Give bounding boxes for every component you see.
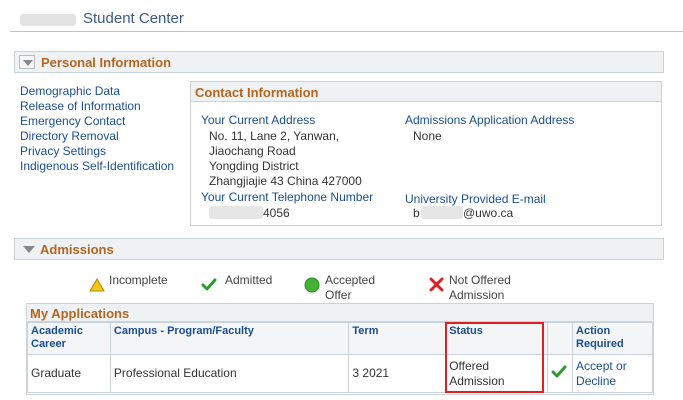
telephone-link[interactable]: Your Current Telephone Number: [201, 190, 373, 204]
column-academic-career: Academic Career: [27, 322, 111, 355]
legend-text: Not Offered: [449, 273, 511, 287]
link-indigenous-self-identification[interactable]: Indigenous Self-Identification: [20, 159, 174, 174]
address-line: No. 11, Lane 2, Yanwan,: [209, 129, 340, 143]
collapse-triangle-icon[interactable]: [23, 246, 35, 253]
page-title: Student Center: [83, 10, 184, 27]
link-release-of-information[interactable]: Release of Information: [20, 99, 174, 114]
contact-information-panel: Contact Information Your Current Address…: [190, 81, 662, 226]
admissions-section-header[interactable]: Admissions: [14, 238, 664, 260]
column-action-required: Action Required: [572, 322, 653, 355]
address-line: Jiaochang Road: [209, 144, 296, 158]
link-demographic-data[interactable]: Demographic Data: [20, 84, 174, 99]
page-header: Student Center: [10, 4, 683, 32]
table-header-row: Academic Career Campus - Program/Faculty…: [27, 322, 653, 355]
admissions-address-value: None: [413, 129, 442, 143]
current-address-value: No. 11, Lane 2, Yanwan, Jiaochang Road Y…: [209, 129, 362, 189]
address-line: Zhangjiajie 43 China 427000: [209, 174, 362, 188]
cell-career: Graduate: [27, 354, 111, 393]
cell-status-icon: [547, 354, 574, 393]
redacted-name: [20, 14, 76, 26]
green-circle-icon: [304, 277, 320, 293]
legend-accepted-offer: Accepted Offer: [325, 273, 375, 303]
warning-triangle-icon: [89, 278, 105, 292]
contact-information-title: Contact Information: [191, 82, 661, 102]
admissions-address-link[interactable]: Admissions Application Address: [405, 113, 574, 127]
cell-action: Accept or Decline: [572, 354, 653, 393]
legend-text: Admission: [449, 288, 505, 302]
accept-or-decline-link[interactable]: Accept or Decline: [576, 359, 627, 388]
current-address-link[interactable]: Your Current Address: [201, 113, 315, 127]
university-email-link[interactable]: University Provided E-mail: [405, 192, 546, 206]
admissions-title: Admissions: [40, 242, 114, 257]
telephone-value: 4056: [263, 206, 290, 220]
my-applications-panel: My Applications Academic Career Campus -…: [26, 303, 654, 395]
cell-term: 3 2021: [348, 354, 447, 393]
redacted-phone: [209, 206, 263, 219]
redacted-email: [421, 206, 463, 219]
check-icon: [201, 278, 217, 291]
column-status-icon: [547, 322, 574, 355]
email-suffix: @uwo.ca: [463, 206, 514, 220]
legend-text: Accepted: [325, 273, 376, 287]
column-term: Term: [348, 322, 447, 355]
personal-information-section-header[interactable]: Personal Information: [14, 51, 664, 73]
link-privacy-settings[interactable]: Privacy Settings: [20, 144, 174, 159]
link-directory-removal[interactable]: Directory Removal: [20, 129, 174, 144]
applications-table: Academic Career Campus - Program/Faculty…: [27, 322, 653, 393]
link-emergency-contact[interactable]: Emergency Contact: [20, 114, 174, 129]
personal-information-title: Personal Information: [41, 55, 172, 70]
address-line: Yongding District: [209, 159, 299, 173]
legend-text: Offer: [325, 288, 352, 302]
table-row: Graduate Professional Education 3 2021 O…: [27, 354, 653, 393]
collapse-toggle-icon[interactable]: [19, 55, 35, 69]
email-prefix: b: [413, 206, 420, 220]
check-icon: [551, 365, 567, 377]
column-program: Campus - Program/Faculty: [109, 322, 350, 355]
legend-incomplete: Incomplete: [109, 273, 168, 287]
legend-admitted: Admitted: [225, 273, 273, 287]
my-applications-title: My Applications: [27, 304, 653, 322]
cell-program: Professional Education: [109, 354, 350, 393]
red-x-icon: [429, 277, 444, 292]
status-highlight-box: [445, 322, 544, 393]
personal-links: Demographic Data Release of Information …: [20, 84, 174, 174]
legend-not-offered: Not Offered Admission: [449, 273, 511, 303]
